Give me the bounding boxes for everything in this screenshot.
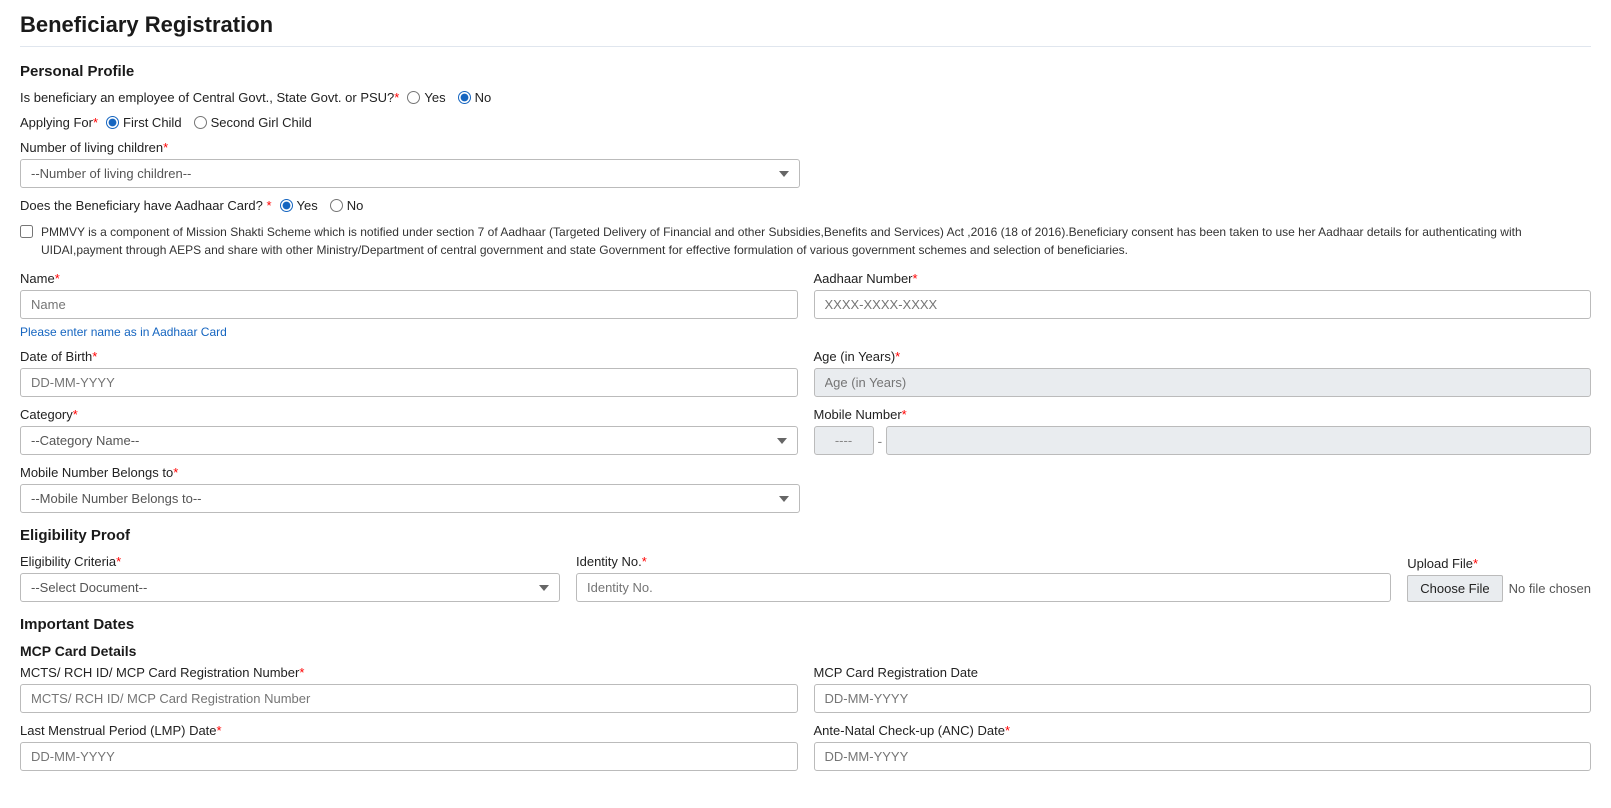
lmp-date-group: Last Menstrual Period (LMP) Date* bbox=[20, 723, 798, 771]
employee-yes-radio[interactable] bbox=[407, 91, 420, 104]
dob-group: Date of Birth* bbox=[20, 349, 798, 397]
eligibility-criteria-group: Eligibility Criteria* --Select Document-… bbox=[20, 554, 560, 602]
page-title: Beneficiary Registration bbox=[20, 12, 1591, 47]
name-group: Name* Please enter name as in Aadhaar Ca… bbox=[20, 271, 798, 339]
important-dates-section: Important Dates MCP Card Details MCTS/ R… bbox=[20, 616, 1591, 771]
eligibility-criteria-row: Eligibility Criteria* --Select Document-… bbox=[20, 554, 1591, 602]
dob-label: Date of Birth* bbox=[20, 349, 798, 364]
aadhaar-number-group: Aadhaar Number* bbox=[814, 271, 1592, 339]
aadhaar-number-input[interactable] bbox=[814, 290, 1592, 319]
aadhaar-yes-label[interactable]: Yes bbox=[280, 198, 318, 213]
identity-no-input[interactable] bbox=[576, 573, 1391, 602]
first-child-label[interactable]: First Child bbox=[106, 115, 182, 130]
mcp-reg-number-group: MCTS/ RCH ID/ MCP Card Registration Numb… bbox=[20, 665, 798, 713]
mcp-reg-date-group: MCP Card Registration Date bbox=[814, 665, 1592, 713]
eligibility-proof-section: Eligibility Proof Eligibility Criteria* … bbox=[20, 527, 1591, 602]
category-select[interactable]: --Category Name-- bbox=[20, 426, 798, 455]
lmp-date-input[interactable] bbox=[20, 742, 798, 771]
aadhaar-no-label[interactable]: No bbox=[330, 198, 364, 213]
category-group: Category* --Category Name-- bbox=[20, 407, 798, 455]
mobile-input[interactable] bbox=[886, 426, 1591, 455]
applying-for-radio-group: First Child Second Girl Child bbox=[106, 115, 312, 130]
employee-question-row: Is beneficiary an employee of Central Go… bbox=[20, 90, 1591, 105]
choose-file-button[interactable]: Choose File bbox=[1407, 575, 1502, 602]
lmp-date-label: Last Menstrual Period (LMP) Date* bbox=[20, 723, 798, 738]
anc-date-group: Ante-Natal Check-up (ANC) Date* bbox=[814, 723, 1592, 771]
age-group: Age (in Years)* bbox=[814, 349, 1592, 397]
living-children-group: Number of living children* --Number of l… bbox=[20, 140, 800, 188]
aadhaar-no-radio[interactable] bbox=[330, 199, 343, 212]
mcp-reg-date-input[interactable] bbox=[814, 684, 1592, 713]
second-girl-child-label[interactable]: Second Girl Child bbox=[194, 115, 312, 130]
aadhaar-card-radio-group: Yes No bbox=[280, 198, 364, 213]
consent-row: PMMVY is a component of Mission Shakti S… bbox=[20, 223, 1591, 259]
name-aadhaar-row: Name* Please enter name as in Aadhaar Ca… bbox=[20, 271, 1591, 339]
anc-date-label: Ante-Natal Check-up (ANC) Date* bbox=[814, 723, 1592, 738]
mobile-dash: - bbox=[878, 433, 883, 449]
category-label: Category* bbox=[20, 407, 798, 422]
aadhaar-card-label: Does the Beneficiary have Aadhaar Card? … bbox=[20, 198, 272, 213]
dob-input[interactable] bbox=[20, 368, 798, 397]
consent-checkbox[interactable] bbox=[20, 225, 33, 238]
upload-file-label: Upload File* bbox=[1407, 556, 1591, 571]
second-girl-child-radio[interactable] bbox=[194, 116, 207, 129]
eligibility-criteria-select[interactable]: --Select Document-- bbox=[20, 573, 560, 602]
employee-no-radio[interactable] bbox=[458, 91, 471, 104]
important-dates-title: Important Dates bbox=[20, 616, 1591, 633]
aadhaar-number-label: Aadhaar Number* bbox=[814, 271, 1592, 286]
eligibility-proof-title: Eligibility Proof bbox=[20, 527, 1591, 544]
mcp-reg-number-input[interactable] bbox=[20, 684, 798, 713]
mobile-input-row: ---- - bbox=[814, 426, 1592, 455]
personal-profile-title: Personal Profile bbox=[20, 63, 1591, 80]
dob-age-row: Date of Birth* Age (in Years)* bbox=[20, 349, 1591, 397]
first-child-radio[interactable] bbox=[106, 116, 119, 129]
aadhaar-card-row: Does the Beneficiary have Aadhaar Card? … bbox=[20, 198, 1591, 213]
identity-no-group: Identity No.* bbox=[576, 554, 1391, 602]
mcp-reg-number-label: MCTS/ RCH ID/ MCP Card Registration Numb… bbox=[20, 665, 798, 680]
name-label: Name* bbox=[20, 271, 798, 286]
no-file-text: No file chosen bbox=[1509, 581, 1591, 596]
identity-no-label: Identity No.* bbox=[576, 554, 1391, 569]
name-hint: Please enter name as in Aadhaar Card bbox=[20, 325, 798, 339]
employee-yes-label[interactable]: Yes bbox=[407, 90, 445, 105]
mcp-reg-date-label: MCP Card Registration Date bbox=[814, 665, 1592, 680]
consent-text: PMMVY is a component of Mission Shakti S… bbox=[41, 223, 1591, 259]
mobile-belongs-label: Mobile Number Belongs to* bbox=[20, 465, 800, 480]
living-children-label: Number of living children* bbox=[20, 140, 800, 155]
category-mobile-row: Category* --Category Name-- Mobile Numbe… bbox=[20, 407, 1591, 455]
mcp-registration-row: MCTS/ RCH ID/ MCP Card Registration Numb… bbox=[20, 665, 1591, 713]
mcp-card-subtitle: MCP Card Details bbox=[20, 643, 1591, 659]
upload-file-group: Upload File* Choose File No file chosen bbox=[1407, 556, 1591, 602]
mobile-belongs-group: Mobile Number Belongs to* --Mobile Numbe… bbox=[20, 465, 800, 513]
living-children-select[interactable]: --Number of living children-- bbox=[20, 159, 800, 188]
mobile-number-group: Mobile Number* ---- - bbox=[814, 407, 1592, 455]
mobile-number-label: Mobile Number* bbox=[814, 407, 1592, 422]
applying-for-row: Applying For* First Child Second Girl Ch… bbox=[20, 115, 1591, 130]
employee-no-label[interactable]: No bbox=[458, 90, 492, 105]
employee-radio-group: Yes No bbox=[407, 90, 491, 105]
employee-question-label: Is beneficiary an employee of Central Go… bbox=[20, 90, 399, 105]
personal-profile-section: Personal Profile Is beneficiary an emplo… bbox=[20, 63, 1591, 513]
mobile-belongs-select[interactable]: --Mobile Number Belongs to-- bbox=[20, 484, 800, 513]
age-input bbox=[814, 368, 1592, 397]
eligibility-criteria-label: Eligibility Criteria* bbox=[20, 554, 560, 569]
upload-input-row: Choose File No file chosen bbox=[1407, 575, 1591, 602]
age-label: Age (in Years)* bbox=[814, 349, 1592, 364]
lmp-anc-row: Last Menstrual Period (LMP) Date* Ante-N… bbox=[20, 723, 1591, 771]
mobile-prefix: ---- bbox=[814, 426, 874, 455]
anc-date-input[interactable] bbox=[814, 742, 1592, 771]
aadhaar-yes-radio[interactable] bbox=[280, 199, 293, 212]
applying-for-label: Applying For* bbox=[20, 115, 98, 130]
name-input[interactable] bbox=[20, 290, 798, 319]
